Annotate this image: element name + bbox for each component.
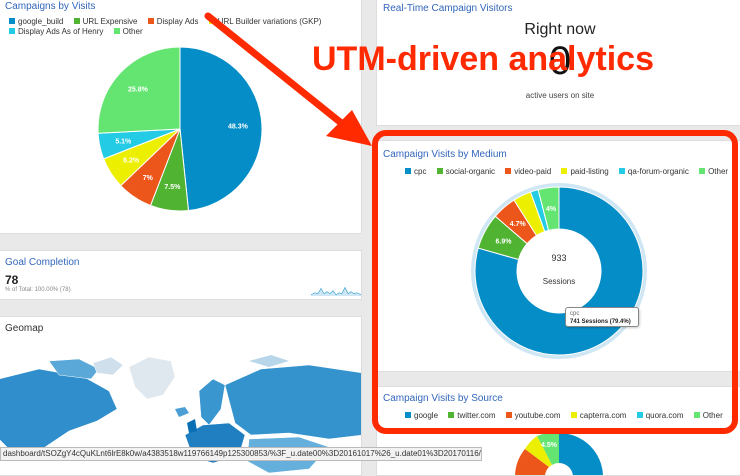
goal-subtext: % of Total: 100.00% (78)	[5, 287, 71, 293]
campaigns-pie-chart: 48.3% 7.5% 7% 6.2% 5.1% 25.8%	[97, 46, 263, 212]
map-region-uk	[187, 419, 197, 433]
right-now-label: Right now	[524, 21, 596, 38]
source-slice-label: 4.5%	[541, 442, 558, 449]
map-region-greenland	[128, 356, 176, 400]
map-region-north-america	[0, 368, 118, 452]
active-users-label: active users on site	[525, 91, 595, 100]
campaigns-by-visits-panel: Campaigns by Visits google_build URL Exp…	[0, 0, 362, 234]
map-region-iceland	[175, 407, 189, 417]
sparkline	[311, 286, 361, 296]
annotation-text: UTM-driven analytics	[312, 40, 654, 78]
goal-completion-panel: Goal Completion 78 % of Total: 100.00% (…	[0, 250, 362, 300]
pie-slice-label: 7%	[143, 175, 154, 182]
panel-title[interactable]: Real-Time Campaign Visitors	[383, 3, 513, 14]
map-region-russia	[224, 364, 361, 440]
panel-title[interactable]: Geomap	[5, 323, 43, 334]
map-region-scandinavia	[198, 378, 226, 426]
goal-value: 78	[5, 273, 19, 287]
highlight-box	[372, 130, 738, 434]
pie-slice-google-build[interactable]	[179, 46, 263, 212]
pie-slice-label: 6.2%	[123, 158, 140, 165]
source-slice-google	[559, 433, 603, 475]
map-region-arctic-russia	[249, 355, 289, 367]
pie-slice-label: 48.3%	[228, 123, 249, 130]
map-region-arctic-islands	[92, 356, 124, 376]
pie-slice-label: 7.5%	[164, 184, 181, 191]
pie-slice-label: 25.8%	[128, 87, 149, 94]
pie-slice-label: 5.1%	[115, 139, 132, 146]
panel-title[interactable]: Goal Completion	[5, 257, 79, 268]
